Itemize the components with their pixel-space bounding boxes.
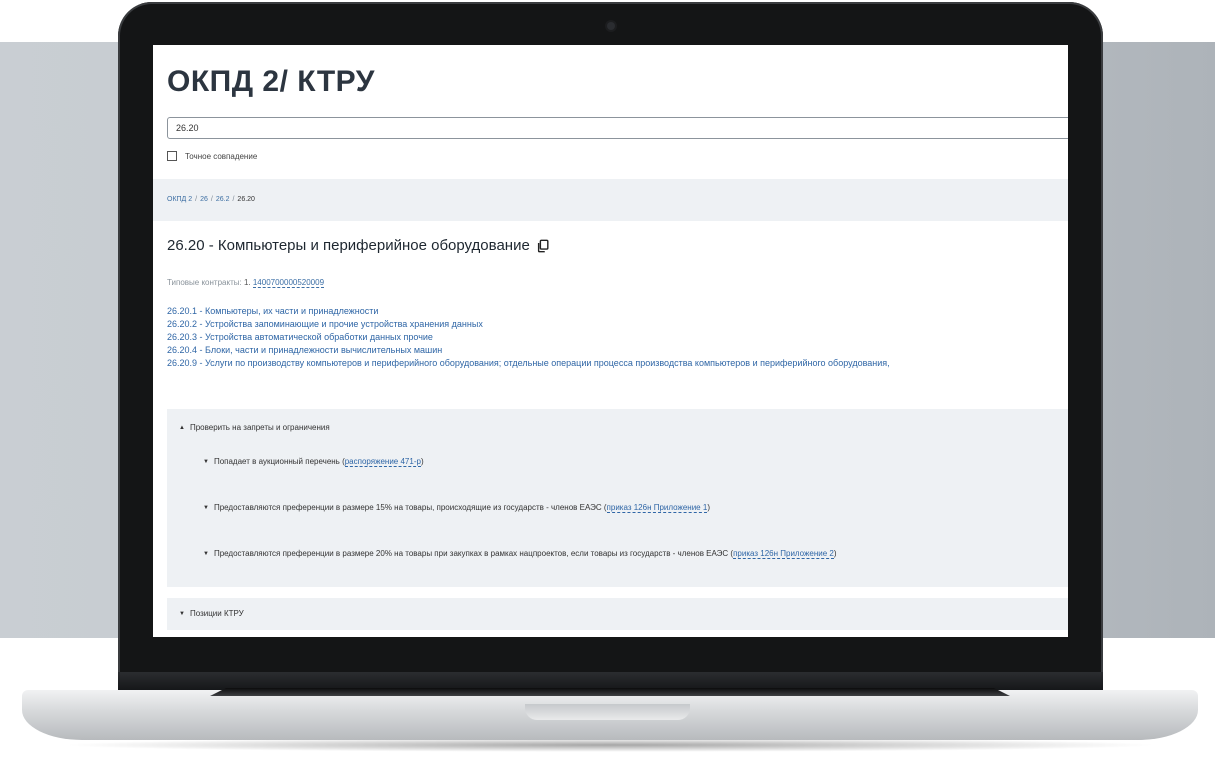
laptop-shadow [60,738,1160,752]
restriction-item[interactable]: ▼ Предоставляются преференции в размере … [203,549,837,559]
caret-down-icon: ▼ [203,550,209,557]
search-input[interactable] [167,117,1068,139]
keyboard-edge [210,688,1010,696]
breadcrumb-item-okpd2[interactable]: ОКПД 2 [167,196,192,203]
restriction-tail: ) [833,549,837,558]
subcode-list: 26.20.1 - Компьютеры, их части и принадл… [167,305,890,370]
breadcrumb-item-26[interactable]: 26 [200,196,208,203]
ktru-toggle[interactable]: ▼ Позиции КТРУ [179,609,244,618]
restriction-link[interactable]: приказ 126н Приложение 2 [733,549,834,559]
exact-match-label: Точное совпадение [185,151,258,161]
breadcrumb: ОКПД 2 / 26 / 26.2 / 26.20 [167,196,255,203]
subcode-link[interactable]: 26.20.9 - Услуги по производству компьют… [167,357,890,370]
breadcrumb-bar: ОКПД 2 / 26 / 26.2 / 26.20 [153,179,1068,221]
contracts-index: 1. [243,278,251,287]
contract-link[interactable]: 1400700000520009 [252,278,325,288]
caret-down-icon: ▼ [203,504,209,511]
breadcrumb-separator: / [210,196,213,203]
restriction-link[interactable]: распоряжение 471-р [344,457,421,467]
restriction-text: Попадает в аукционный перечень ( [213,457,345,466]
subcode-link[interactable]: 26.20.4 - Блоки, части и принадлежности … [167,344,890,357]
caret-up-icon: ▲ [179,424,185,431]
restrictions-panel: ▲ Проверить на запреты и ограничения ▼ П… [167,409,1068,587]
breadcrumb-item-26-2[interactable]: 26.2 [216,196,230,203]
breadcrumb-separator: / [232,196,235,203]
subcode-link[interactable]: 26.20.2 - Устройства запоминающие и проч… [167,318,890,331]
copy-icon[interactable] [536,239,550,253]
restriction-item[interactable]: ▼ Предоставляются преференции в размере … [203,503,710,513]
caret-down-icon: ▼ [179,610,185,617]
contracts-label: Типовые контракты: [167,278,242,287]
code-title-text: 26.20 - Компьютеры и периферийное оборуд… [167,237,530,254]
ktru-panel: ▼ Позиции КТРУ [167,598,1068,630]
subcode-link[interactable]: 26.20.1 - Компьютеры, их части и принадл… [167,305,890,318]
restriction-tail: ) [420,457,424,466]
subcode-link[interactable]: 26.20.3 - Устройства автоматической обра… [167,331,890,344]
caret-down-icon: ▼ [203,458,209,465]
ktru-header: Позиции КТРУ [189,609,244,618]
laptop-notch [525,704,690,720]
restriction-link[interactable]: приказ 126н Приложение 1 [606,503,708,513]
exact-match-checkbox[interactable] [167,151,177,161]
exact-match-option[interactable]: Точное совпадение [167,151,257,161]
typical-contracts: Типовые контракты: 1. 1400700000520009 [167,278,325,288]
restriction-item[interactable]: ▼ Попадает в аукционный перечень (распор… [203,457,424,467]
restriction-tail: ) [707,503,710,512]
restrictions-header: Проверить на запреты и ограничения [189,423,330,432]
restriction-text: Предоставляются преференции в размере 15… [213,503,607,512]
code-title: 26.20 - Компьютеры и периферийное оборуд… [167,237,550,254]
restrictions-toggle[interactable]: ▲ Проверить на запреты и ограничения [179,423,330,432]
breadcrumb-current: 26.20 [237,196,255,203]
webcam-icon [607,22,615,30]
laptop-screen: ОКПД 2/ КТРУ Точное совпадение ОКПД 2 / … [153,45,1068,637]
page-title: ОКПД 2/ КТРУ [167,65,375,98]
breadcrumb-separator: / [195,196,198,203]
restriction-text: Предоставляются преференции в размере 20… [213,549,734,558]
